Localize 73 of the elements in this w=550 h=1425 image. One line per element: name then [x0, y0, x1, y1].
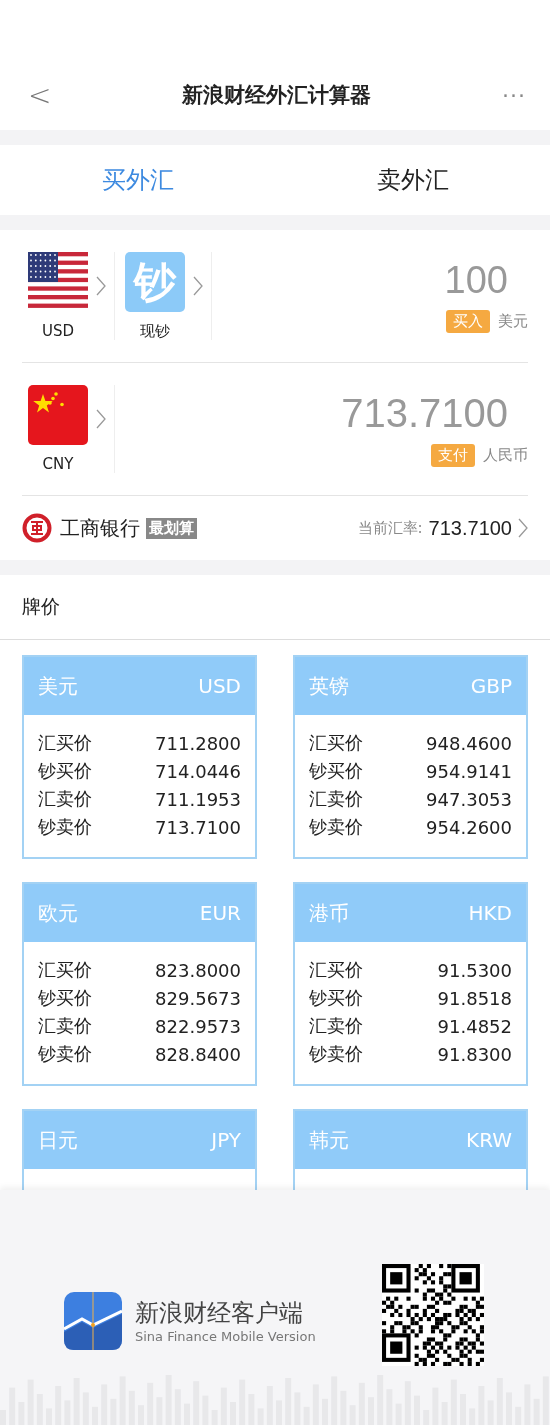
price-label: 汇卖价: [309, 787, 363, 811]
price-value: 711.1953: [155, 788, 241, 810]
qr-code-icon: [382, 1263, 484, 1366]
currency-name: 港币: [309, 899, 349, 927]
chevron-icon: [96, 409, 106, 429]
amount-field[interactable]: 100: [444, 259, 508, 302]
chevron-icon[interactable]: [518, 518, 528, 538]
currency-name: 韩元: [309, 1126, 349, 1154]
price-label: 汇买价: [309, 958, 363, 982]
price-label: 钞买价: [309, 759, 363, 783]
app-name: 新浪财经客户端: [135, 1298, 304, 1329]
result-amount: 713.7100: [341, 391, 508, 436]
price-label: 汇买价: [309, 731, 363, 755]
price-label: 钞买价: [38, 759, 92, 783]
currency-code: USD: [41, 322, 75, 340]
price-value: 822.9573: [155, 1015, 241, 1037]
rate-label: 当前汇率:: [357, 518, 423, 538]
action-tag: 买入: [446, 310, 490, 333]
price-label: 钞卖价: [309, 1042, 363, 1066]
currency-name: 美元: [498, 312, 528, 331]
price-value: 954.2600: [426, 816, 512, 838]
action-tag: 支付: [431, 444, 475, 467]
price-label: 钞卖价: [38, 815, 92, 839]
tab[interactable]: 卖外汇: [275, 145, 550, 215]
price-value: 828.8400: [155, 1043, 241, 1065]
price-label: 钞买价: [38, 986, 92, 1010]
best-rate-tag: 最划算: [146, 517, 197, 539]
price-label: 钞卖价: [38, 1042, 92, 1066]
price-value: 91.8300: [437, 1043, 512, 1065]
price-value: 91.5300: [437, 959, 512, 981]
price-value: 823.8000: [155, 959, 241, 981]
bank-name: 工商银行: [60, 514, 140, 542]
chevron-icon: [96, 276, 106, 296]
rate-value: 713.7100: [428, 516, 512, 540]
price-label: 汇卖价: [38, 787, 92, 811]
currency-code: EUR: [199, 901, 241, 925]
currency-code: KRW: [466, 1128, 512, 1152]
price-label: 钞买价: [309, 986, 363, 1010]
price-value: 948.4600: [426, 732, 512, 754]
price-label: 汇卖价: [38, 1014, 92, 1038]
price-value: 713.7100: [155, 816, 241, 838]
china-flag-icon[interactable]: [28, 385, 88, 445]
app-subtitle: Sina Finance Mobile Version: [135, 1329, 316, 1344]
price-label: 汇卖价: [309, 1014, 363, 1038]
price-value: 91.8518: [437, 987, 512, 1009]
section-title: 牌价: [22, 594, 60, 619]
currency-name: 美元: [38, 672, 78, 700]
currency-code: CNY: [42, 455, 74, 473]
currency-name: 人民币: [483, 446, 528, 465]
price-value: 711.2800: [155, 732, 241, 754]
price-label: 汇买价: [38, 731, 92, 755]
currency-code: JPY: [211, 1128, 241, 1152]
price-value: 954.9141: [426, 760, 512, 782]
currency-code: USD: [198, 674, 241, 698]
currency-code: GBP: [470, 674, 512, 698]
price-label: 汇买价: [38, 958, 92, 982]
back-button[interactable]: <: [28, 78, 52, 112]
price-value: 714.0446: [155, 760, 241, 782]
tab[interactable]: 买外汇: [0, 145, 275, 215]
currency-name: 日元: [38, 1126, 78, 1154]
currency-code: HKD: [468, 901, 512, 925]
price-value: 947.3053: [426, 788, 512, 810]
price-value: 829.5673: [155, 987, 241, 1009]
bank-logo-icon: [22, 513, 52, 543]
currency-name: 英镑: [309, 672, 349, 700]
more-button[interactable]: ···: [502, 82, 526, 108]
app-logo-icon: [64, 1291, 122, 1350]
currency-name: 欧元: [38, 899, 78, 927]
price-value: 91.4852: [437, 1015, 512, 1037]
cash-type-label: 现钞: [140, 321, 170, 341]
page-title: 新浪财经外汇计算器: [182, 82, 372, 109]
price-label: 钞卖价: [309, 815, 363, 839]
chevron-icon: [193, 276, 203, 296]
